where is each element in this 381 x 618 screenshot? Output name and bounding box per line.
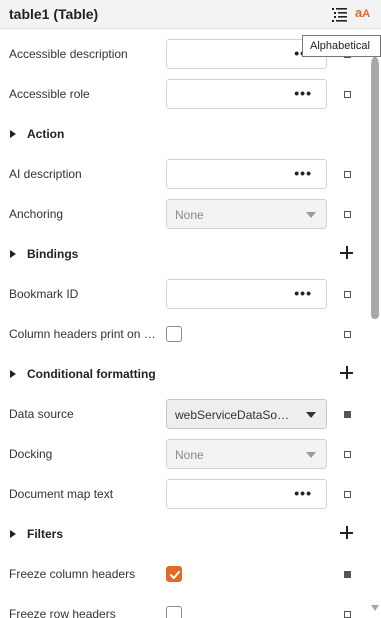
- ellipsis-icon[interactable]: •••: [294, 165, 312, 181]
- property-label: Action: [27, 127, 65, 141]
- property-label: Bindings: [27, 247, 79, 261]
- property-row: Anchoring None: [0, 194, 369, 234]
- property-checkbox[interactable]: [166, 606, 182, 618]
- property-select: None: [166, 439, 327, 469]
- scroll-down-icon[interactable]: [371, 605, 379, 611]
- property-row: Accessible role •••: [0, 74, 369, 114]
- property-row: Bookmark ID •••: [0, 274, 369, 314]
- property-row: Docking None: [0, 434, 369, 474]
- category-row[interactable]: Filters: [0, 514, 369, 554]
- property-label: Docking: [9, 447, 53, 461]
- select-value: None: [175, 448, 204, 462]
- property-marker-icon[interactable]: [344, 211, 351, 218]
- category-row[interactable]: Action: [0, 114, 369, 154]
- property-marker-icon[interactable]: [344, 331, 351, 338]
- property-row: Data source webServiceDataSource1: [0, 394, 369, 434]
- alphabetical-sort-icon-capital: A: [362, 8, 371, 20]
- property-label: Bookmark ID: [9, 287, 79, 301]
- property-label: Accessible role: [9, 87, 90, 101]
- ellipsis-icon[interactable]: •••: [294, 485, 312, 501]
- property-marker-icon[interactable]: [344, 291, 351, 298]
- property-marker-icon[interactable]: [344, 451, 351, 458]
- select-value: webServiceDataSource1: [175, 408, 295, 422]
- property-row: Document map text •••: [0, 474, 369, 514]
- property-checkbox[interactable]: [166, 566, 182, 582]
- chevron-down-icon: [306, 452, 316, 458]
- vertical-scrollbar[interactable]: [369, 55, 381, 618]
- expand-arrow-icon[interactable]: [10, 530, 16, 538]
- property-select[interactable]: webServiceDataSource1: [166, 399, 327, 429]
- expand-arrow-icon[interactable]: [10, 370, 16, 378]
- property-row: AI description •••: [0, 154, 369, 194]
- ellipsis-icon[interactable]: •••: [294, 85, 312, 101]
- add-icon[interactable]: [340, 366, 354, 380]
- add-icon[interactable]: [340, 246, 354, 260]
- category-row[interactable]: Conditional formatting: [0, 354, 369, 394]
- property-row: Freeze column headers: [0, 554, 369, 594]
- property-value-field[interactable]: •••: [166, 159, 327, 189]
- property-marker-icon[interactable]: [344, 611, 351, 618]
- property-select: None: [166, 199, 327, 229]
- chevron-down-icon: [306, 212, 316, 218]
- property-label: Filters: [27, 527, 64, 541]
- property-row: Freeze row headers: [0, 594, 369, 618]
- property-label: Accessible description: [9, 47, 128, 61]
- property-label: Freeze row headers: [9, 607, 116, 618]
- property-label: Conditional formatting: [27, 367, 156, 381]
- property-checkbox[interactable]: [166, 326, 182, 342]
- property-marker-icon[interactable]: [344, 411, 351, 418]
- category-row[interactable]: Bindings: [0, 234, 369, 274]
- panel-header: table1 (Table) aA: [0, 0, 381, 29]
- property-marker-icon[interactable]: [344, 571, 351, 578]
- select-value: None: [175, 208, 204, 222]
- property-label: Data source: [9, 407, 74, 421]
- property-label: Freeze column headers: [9, 567, 136, 581]
- property-marker-icon[interactable]: [344, 171, 351, 178]
- add-icon[interactable]: [340, 526, 354, 540]
- property-label: Anchoring: [9, 207, 64, 221]
- expand-arrow-icon[interactable]: [10, 130, 16, 138]
- property-value-field[interactable]: •••: [166, 79, 327, 109]
- property-row: Column headers print on every page: [0, 314, 369, 354]
- categorized-list-icon[interactable]: [331, 6, 348, 23]
- property-list: Accessible description•••Accessible role…: [0, 34, 369, 618]
- ellipsis-icon[interactable]: •••: [294, 285, 312, 301]
- property-label: Document map text: [9, 487, 114, 501]
- tooltip: Alphabetical: [302, 35, 381, 57]
- property-label: AI description: [9, 167, 82, 181]
- property-label: Column headers print on every page: [9, 327, 159, 341]
- panel-title: table1 (Table): [9, 6, 99, 22]
- property-value-field[interactable]: •••: [166, 279, 327, 309]
- alphabetical-sort-button[interactable]: aA: [355, 5, 375, 23]
- property-value-field[interactable]: •••: [166, 479, 327, 509]
- scrollbar-thumb[interactable]: [371, 60, 379, 319]
- chevron-down-icon: [306, 412, 316, 418]
- property-marker-icon[interactable]: [344, 491, 351, 498]
- expand-arrow-icon[interactable]: [10, 250, 16, 258]
- property-marker-icon[interactable]: [344, 91, 351, 98]
- checkmark-icon: [170, 571, 180, 579]
